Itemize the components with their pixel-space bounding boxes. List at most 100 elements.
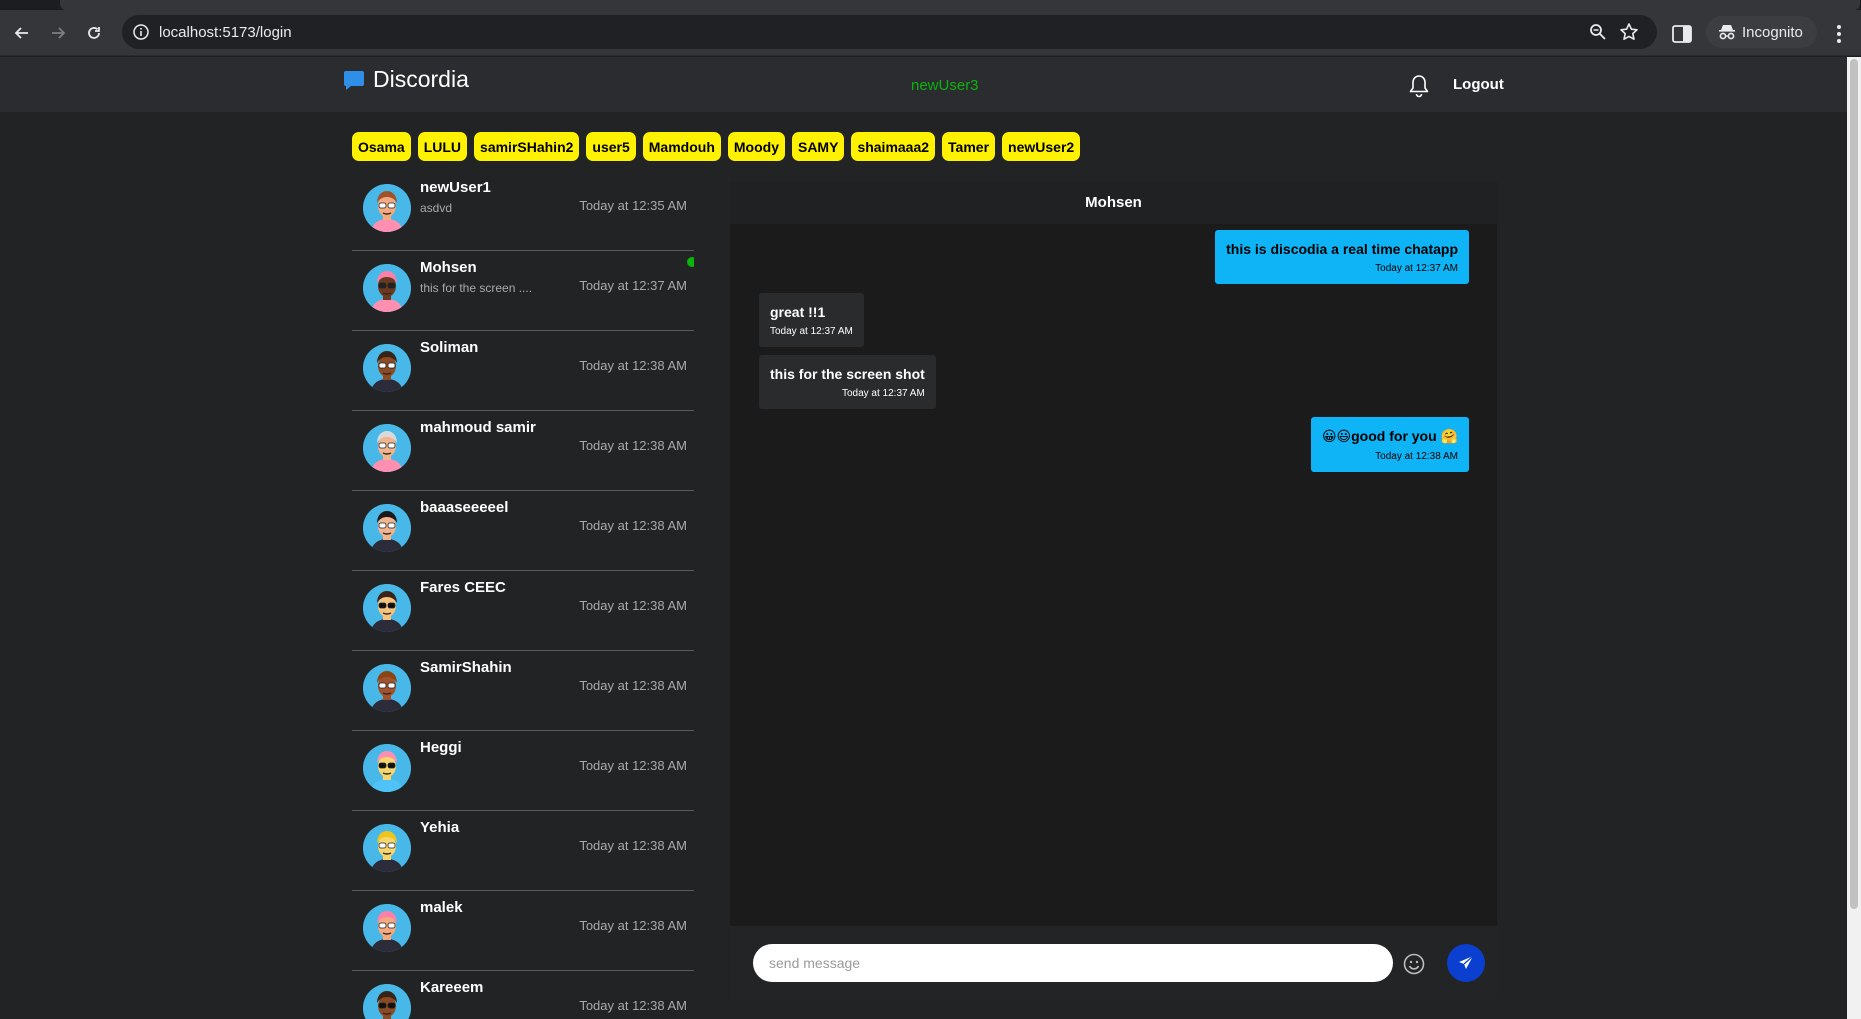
online-user-chip[interactable]: user5: [586, 132, 636, 161]
bookmark-star-icon[interactable]: [1619, 22, 1639, 42]
kebab-menu-icon[interactable]: [1835, 24, 1843, 44]
message-time: Today at 12:37 AM: [1375, 263, 1458, 274]
conversation-time: Today at 12:38 AM: [579, 838, 687, 853]
conversation-time: Today at 12:38 AM: [579, 438, 687, 453]
conversation-time: Today at 12:38 AM: [579, 918, 687, 933]
online-users-bar: Osama LULU samirSHahin2 user5 Mamdouh Moody SA…: [352, 132, 1081, 161]
brand-logo[interactable]: Discordia: [343, 66, 469, 93]
browser-tab-strip: [0, 0, 1861, 10]
message-input[interactable]: [753, 944, 1393, 982]
conversation-item[interactable]: baaaseeeeel Today at 12:38 AM: [352, 491, 694, 571]
conversation-name: baaaseeeeel: [420, 499, 509, 516]
back-icon[interactable]: [10, 21, 34, 45]
chat-header-title: Mohsen: [730, 181, 1497, 224]
online-user-chip[interactable]: SAMY: [791, 132, 845, 161]
incognito-label: Incognito: [1742, 23, 1803, 41]
reload-icon[interactable]: [82, 21, 106, 45]
app-header: Discordia newUser3 Logout: [0, 57, 1847, 112]
send-button[interactable]: [1447, 944, 1485, 982]
conversation-name: Yehia: [420, 819, 460, 836]
message-text: 😀😃good for you 🤗: [1321, 428, 1458, 444]
site-info-icon[interactable]: [132, 23, 150, 41]
online-user-chip[interactable]: shaimaaa2: [851, 132, 936, 161]
emoji-picker-icon[interactable]: [1402, 952, 1426, 976]
avatar: [363, 184, 411, 232]
avatar: [363, 424, 411, 472]
avatar: [363, 504, 411, 552]
zoom-icon[interactable]: [1589, 23, 1607, 41]
browser-toolbar: localhost:5173/login Incognito: [0, 10, 1861, 56]
conversation-item[interactable]: Mohsen this for the screen .... Today at…: [352, 251, 694, 331]
message-text: this for the screen shot: [770, 366, 925, 382]
conversation-time: Today at 12:38 AM: [579, 358, 687, 373]
app-root: Discordia newUser3 Logout Osama LULU samir…: [0, 57, 1847, 1019]
conversation-time: Today at 12:35 AM: [579, 198, 687, 213]
message-time: Today at 12:37 AM: [770, 326, 853, 337]
conversation-preview: this for the screen ....: [420, 281, 533, 295]
conversation-time: Today at 12:37 AM: [579, 278, 687, 293]
url-text[interactable]: localhost:5173/login: [159, 24, 292, 41]
online-user-chip[interactable]: newUser2: [1002, 132, 1081, 161]
conversation-name: SamirShahin: [420, 659, 512, 676]
incognito-badge[interactable]: Incognito: [1706, 16, 1817, 48]
online-user-chip[interactable]: Moody: [727, 132, 785, 161]
conversation-name: Fares CEEC: [420, 579, 506, 596]
incognito-icon: [1719, 25, 1735, 40]
conversation-name: newUser1: [420, 179, 491, 196]
conversation-list: newUser1 asdvd Today at 12:35 AM Mohsen …: [352, 171, 694, 1019]
conversation-item[interactable]: SamirShahin Today at 12:38 AM: [352, 651, 694, 731]
conversation-time: Today at 12:38 AM: [579, 998, 687, 1013]
conversation-item[interactable]: Yehia Today at 12:38 AM: [352, 811, 694, 891]
online-user-chip[interactable]: LULU: [417, 132, 468, 161]
avatar: [363, 984, 411, 1019]
conversation-item[interactable]: Kareeem Today at 12:38 AM: [352, 971, 694, 1019]
send-plane-icon: [1459, 955, 1474, 969]
forward-icon[interactable]: [46, 21, 70, 45]
online-user-chip[interactable]: Osama: [352, 132, 411, 161]
conversation-name: mahmoud samir: [420, 419, 536, 436]
conversation-time: Today at 12:38 AM: [579, 518, 687, 533]
conversation-time: Today at 12:38 AM: [579, 598, 687, 613]
avatar: [363, 264, 411, 312]
tab-strip-bg: [60, 0, 1860, 10]
notification-bell-icon[interactable]: [1408, 74, 1430, 98]
online-user-chip[interactable]: Mamdouh: [642, 132, 721, 161]
conversation-item[interactable]: newUser1 asdvd Today at 12:35 AM: [352, 171, 694, 251]
outgoing-message: this is discodia a real time chatapp Tod…: [1215, 230, 1469, 284]
message-composer: [730, 926, 1497, 1001]
incoming-message: this for the screen shot Today at 12:37 …: [759, 355, 936, 409]
conversation-item[interactable]: mahmoud samir Today at 12:38 AM: [352, 411, 694, 491]
chat-bubble-icon: [344, 70, 364, 90]
message-time: Today at 12:38 AM: [1375, 451, 1458, 462]
avatar: [363, 344, 411, 392]
conversation-item[interactable]: malek Today at 12:38 AM: [352, 891, 694, 971]
conversation-preview: asdvd: [420, 201, 453, 215]
message-text: great !!1: [770, 304, 826, 320]
avatar: [363, 744, 411, 792]
avatar: [363, 824, 411, 872]
online-status-dot: [687, 257, 694, 267]
chat-panel: Mohsen this is discodia a real time chat…: [730, 181, 1497, 1001]
conversation-name: Heggi: [420, 739, 462, 756]
conversation-time: Today at 12:38 AM: [579, 678, 687, 693]
message-text: this is discodia a real time chatapp: [1226, 241, 1458, 257]
side-panel-icon[interactable]: [1672, 25, 1692, 43]
brand-name: Discordia: [373, 66, 469, 92]
page-scrollbar[interactable]: [1847, 57, 1861, 1019]
conversation-name: malek: [420, 899, 463, 916]
online-user-chip[interactable]: Tamer: [942, 132, 996, 161]
logout-button[interactable]: Logout: [1453, 76, 1504, 93]
conversation-name: Mohsen: [420, 259, 477, 276]
avatar: [363, 664, 411, 712]
conversation-item[interactable]: Soliman Today at 12:38 AM: [352, 331, 694, 411]
avatar: [363, 904, 411, 952]
online-user-chip[interactable]: samirSHahin2: [474, 132, 580, 161]
scrollbar-thumb[interactable]: [1850, 59, 1858, 909]
conversation-item[interactable]: Heggi Today at 12:38 AM: [352, 731, 694, 811]
outgoing-message: 😀😃good for you 🤗 Today at 12:38 AM: [1310, 417, 1469, 472]
conversation-item[interactable]: Fares CEEC Today at 12:38 AM: [352, 571, 694, 651]
current-username: newUser3: [911, 77, 979, 94]
address-bar[interactable]: localhost:5173/login: [122, 15, 1657, 49]
message-time: Today at 12:37 AM: [841, 388, 925, 399]
conversation-time: Today at 12:38 AM: [579, 758, 687, 773]
